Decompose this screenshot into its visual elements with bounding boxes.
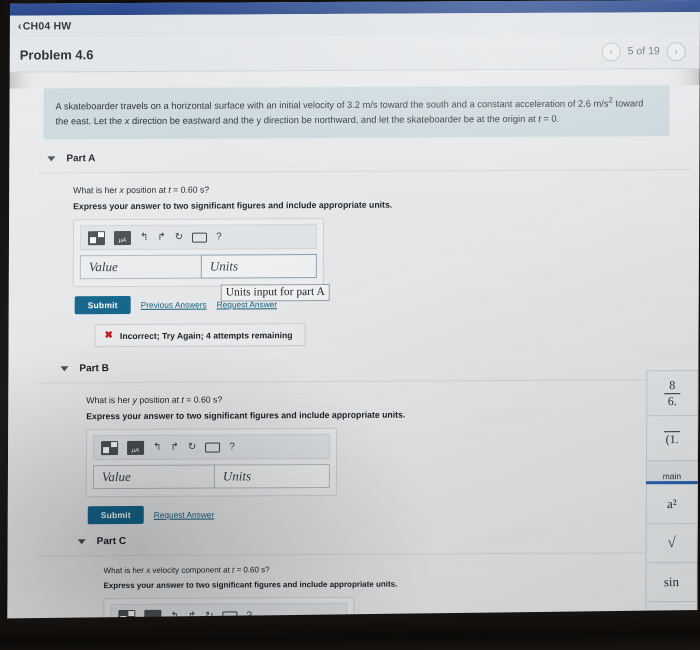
part-b-request-answer-link[interactable]: Request Answer — [154, 510, 214, 520]
fraction-numerator: 8 — [669, 378, 676, 393]
q-mid: position at — [123, 184, 169, 196]
keyboard-icon[interactable] — [205, 442, 221, 453]
statement-text-3: direction be eastward and the y directio… — [129, 113, 539, 127]
part-a-content: What is her x position at t = 0.60 s? Ex… — [39, 170, 692, 348]
problem-body: A skateboarder travels on a horizontal s… — [7, 85, 700, 622]
reset-icon[interactable]: ↻ — [188, 442, 196, 453]
part-a-submit-button[interactable]: Submit — [74, 296, 131, 315]
page-title: Problem 4.6 — [19, 46, 94, 63]
palette-cell-sin[interactable]: sin — [645, 562, 698, 602]
math-palette: 8 6. (1. main a² √ sin ( — [645, 370, 699, 622]
problem-statement: A skateboarder travels on a horizontal s… — [43, 85, 670, 140]
units-icon[interactable]: μA — [127, 440, 145, 455]
reset-icon[interactable]: ↻ — [175, 232, 183, 243]
palette-cell-power[interactable]: a² — [645, 484, 698, 524]
undo-icon[interactable]: ↰ — [140, 232, 148, 243]
help-icon[interactable]: ? — [216, 232, 222, 243]
collapse-triangle-icon[interactable] — [47, 156, 56, 162]
keyboard-icon[interactable] — [192, 232, 208, 243]
browser-screen: ‹ CH04 HW Problem 4.6 ‹ 5 of 19 › A skat… — [7, 0, 700, 622]
part-a-feedback-text: Incorrect; Try Again; 4 attempts remaini… — [119, 329, 293, 341]
incorrect-x-icon: ✖ — [104, 330, 113, 342]
redo-icon[interactable]: ↱ — [170, 442, 178, 453]
statement-text-1: A skateboarder travels on a horizontal s… — [55, 98, 609, 112]
part-b-submit-button[interactable]: Submit — [87, 506, 144, 525]
part-a-value-input[interactable]: Value — [79, 254, 201, 280]
units-icon[interactable]: μA — [113, 230, 132, 245]
part-b: Part B What is her y position at t = 0.6… — [38, 360, 691, 525]
q-post: = 0.60 s? — [183, 394, 223, 405]
statement-text-4: = 0. — [540, 113, 560, 124]
part-a: Part A What is her x position at t = 0.6… — [39, 150, 692, 348]
q-pre: What is her — [86, 395, 133, 406]
part-c: Part C What is her x velocity component … — [37, 533, 690, 622]
template-icon[interactable] — [101, 440, 119, 455]
collapse-triangle-icon[interactable] — [77, 539, 86, 545]
photo-of-monitor: ‹ CH04 HW Problem 4.6 ‹ 5 of 19 › A skat… — [0, 0, 700, 650]
part-b-units-input[interactable]: Units — [213, 464, 330, 489]
redo-icon[interactable]: ↱ — [157, 232, 165, 243]
pager-label: 5 of 19 — [627, 45, 660, 58]
part-b-content: What is her y position at t = 0.60 s? Ex… — [38, 380, 691, 525]
help-icon[interactable]: ? — [229, 442, 235, 453]
part-b-instruction: Express your answer to two significant f… — [86, 409, 406, 422]
part-b-header[interactable]: Part B — [38, 360, 690, 374]
units-icon-label: μA — [131, 447, 140, 454]
part-b-actions: Submit Request Answer — [86, 503, 690, 525]
next-problem-button[interactable]: › — [666, 41, 686, 61]
palette-cell-sqrt[interactable]: √ — [645, 523, 698, 563]
part-c-label: Part C — [96, 536, 127, 548]
template-icon[interactable] — [87, 230, 106, 245]
part-a-answer-box: μA ↰ ↱ ↻ ? Value Units — [72, 218, 325, 288]
part-b-fields: Value Units — [92, 464, 330, 490]
fraction-denominator: (1. — [665, 432, 679, 447]
part-c-header[interactable]: Part C — [38, 533, 690, 547]
part-a-units-tooltip: Units input for part A — [220, 284, 330, 302]
q-post: = 0.60 s? — [170, 184, 210, 195]
back-chevron-icon[interactable]: ‹ — [18, 21, 22, 33]
part-a-toolbar: μA ↰ ↱ ↻ ? — [79, 224, 318, 251]
q-mid: velocity component at — [150, 565, 233, 576]
part-a-question: What is her x position at t = 0.60 s? — [73, 182, 691, 196]
palette-cell-fraction-2[interactable]: (1. — [645, 415, 699, 461]
q-post: = 0.60 s? — [234, 565, 270, 575]
breadcrumb-label[interactable]: CH04 HW — [23, 20, 72, 32]
part-b-answer-box: μA ↰ ↱ ↻ ? Value Units — [85, 428, 338, 498]
problem-header: Problem 4.6 ‹ 5 of 19 › — [9, 34, 700, 73]
q-pre: What is her — [73, 185, 120, 196]
part-a-previous-answers-link[interactable]: Previous Answers — [141, 300, 207, 310]
palette-tab-label: main — [662, 471, 682, 482]
fraction-denominator: 6. — [667, 393, 677, 408]
problem-pager: ‹ 5 of 19 › — [601, 41, 686, 62]
part-c-instruction: Express your answer to two significant f… — [103, 579, 398, 591]
units-icon-label: μA — [118, 237, 127, 244]
undo-icon[interactable]: ↰ — [153, 442, 161, 453]
q-pre: What is her — [103, 566, 147, 576]
prev-problem-button[interactable]: ‹ — [601, 41, 621, 62]
part-b-label: Part B — [79, 363, 109, 375]
part-a-header[interactable]: Part A — [39, 150, 691, 165]
part-b-value-input[interactable]: Value — [92, 464, 214, 490]
palette-cell-fraction-1[interactable]: 8 6. — [646, 370, 699, 416]
part-b-toolbar: μA ↰ ↱ ↻ ? — [93, 434, 331, 461]
palette-tab-main[interactable]: main — [645, 460, 698, 482]
part-a-fields: Value Units — [79, 254, 317, 280]
part-a-instruction: Express your answer to two significant f… — [73, 199, 393, 212]
part-b-question: What is her y position at t = 0.60 s? — [86, 392, 690, 406]
part-a-label: Part A — [66, 153, 96, 165]
part-a-units-input[interactable]: Units — [200, 254, 317, 279]
part-a-actions: Submit Previous Answers Request Answer — [73, 293, 691, 315]
part-c-question: What is her x velocity component at t = … — [104, 563, 690, 575]
q-mid: position at — [136, 394, 182, 406]
collapse-triangle-icon[interactable] — [60, 366, 69, 372]
part-a-feedback: ✖ Incorrect; Try Again; 4 attempts remai… — [94, 323, 306, 348]
